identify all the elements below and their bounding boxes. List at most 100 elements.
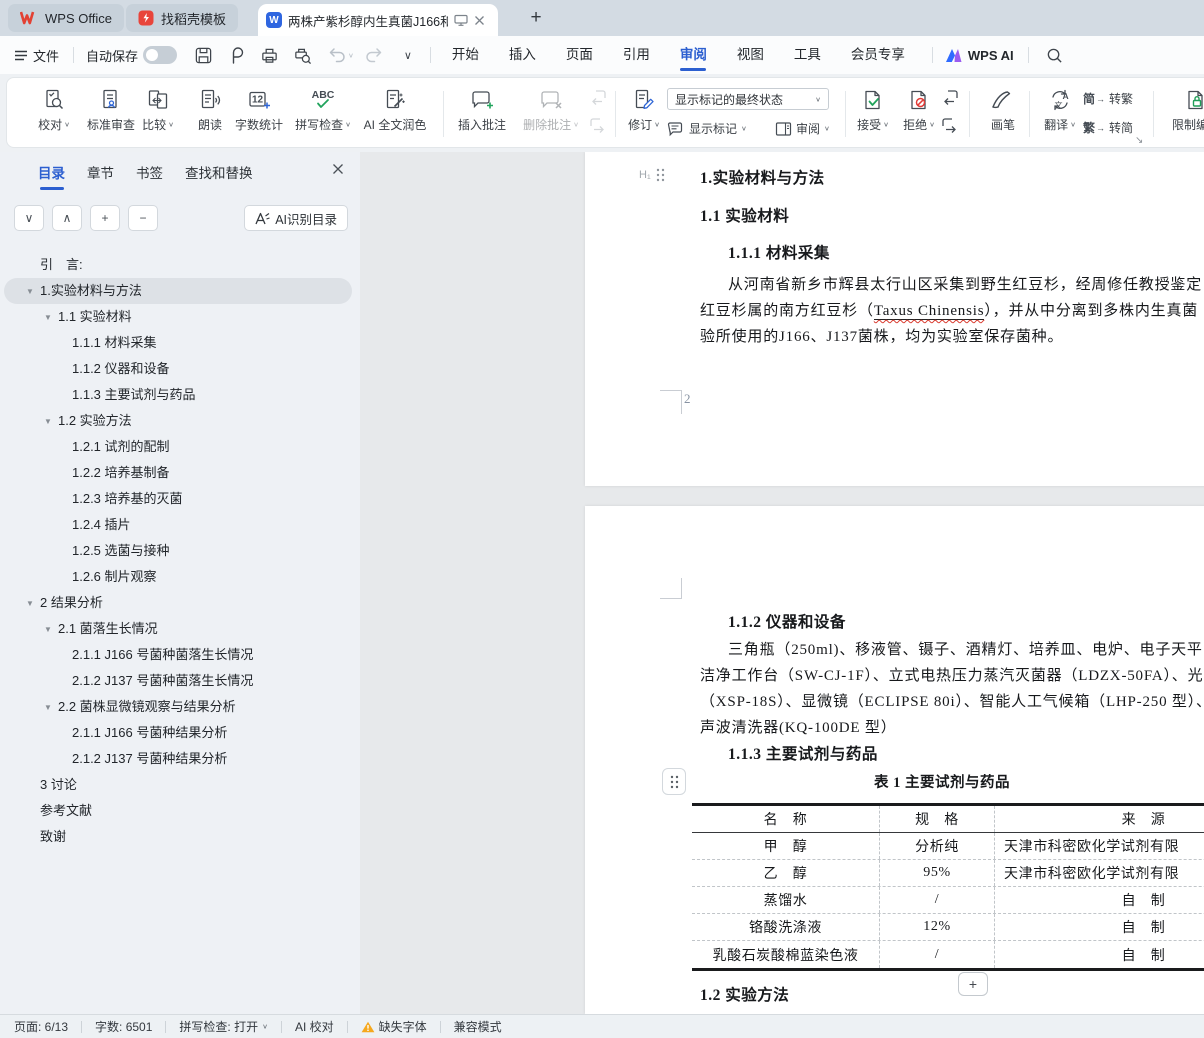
table-header-cell[interactable]: 规 格 (880, 806, 995, 832)
ai-polish-button[interactable]: AI 全文润色 (353, 85, 437, 143)
table-cell[interactable]: 甲 醇 (692, 833, 880, 859)
table-drag-handle[interactable] (662, 768, 686, 795)
table-cell[interactable]: 自 制 (995, 887, 1204, 913)
simplified-to-traditional-button[interactable]: 简 → 转繁 (1083, 90, 1133, 107)
toc-item[interactable]: ▼ 1.2 实验方法 (4, 408, 352, 434)
ai-recognize-toc-button[interactable]: AI识别目录 (244, 205, 348, 231)
table-cell[interactable]: 乙 醇 (692, 860, 880, 886)
show-markup-button[interactable]: 显示标记 ∨ (667, 120, 747, 137)
next-revision-button[interactable] (939, 116, 961, 134)
toc-item[interactable]: 参考文献 (4, 798, 352, 824)
toc-item[interactable]: ▼ 2.2 菌株显微镜观察与结果分析 (4, 694, 352, 720)
sidebar-tab-书签[interactable]: 书签 (136, 162, 163, 190)
missing-font-warning[interactable]: 缺失字体 (361, 1018, 427, 1035)
table-header-cell[interactable]: 名 称 (692, 806, 880, 832)
zoom-in-button[interactable]: + (90, 205, 120, 231)
collapse-arrow-icon[interactable]: ▼ (44, 695, 52, 720)
menu-tab-会员专享[interactable]: 会员专享 (836, 36, 920, 74)
autosave-control[interactable]: 自动保存 (86, 46, 178, 65)
toc-item[interactable]: ▼ 1.1 实验材料 (4, 304, 352, 330)
sidebar-tab-章节[interactable]: 章节 (87, 162, 114, 190)
heading-handle[interactable]: H₁ (639, 168, 665, 182)
toc-item[interactable]: 1.1.2 仪器和设备 (4, 356, 352, 382)
document-canvas[interactable]: H₁ 1.实验材料与方法 1.1 实验材料 1.1.1 材料采集 从河南省新乡市… (360, 152, 1204, 1014)
table-cell[interactable]: / (880, 941, 995, 968)
reagents-table[interactable]: 名 称规 格来 源甲 醇分析纯 天津市科密欧化学试剂有限乙 醇 95% 天津市科密欧化… (692, 803, 1204, 971)
previous-revision-button[interactable] (939, 88, 961, 106)
reject-button[interactable]: 拒绝 ∨ (895, 85, 943, 143)
compare-button[interactable]: 比较 ∨ (131, 85, 185, 143)
collapse-arrow-icon[interactable]: ▼ (44, 305, 52, 330)
document-page-1[interactable]: H₁ 1.实验材料与方法 1.1 实验材料 1.1.1 材料采集 从河南省新乡市… (585, 152, 1204, 486)
document-tab[interactable]: W 两株产紫杉醇内生真菌J166和 (258, 4, 498, 36)
zoom-out-button[interactable]: − (128, 205, 158, 231)
table-cell[interactable]: 铬酸洗涤液 (692, 914, 880, 940)
menu-tab-审阅[interactable]: 审阅 (665, 36, 722, 74)
toc-item[interactable]: 致谢 (4, 824, 352, 850)
menu-tab-工具[interactable]: 工具 (779, 36, 836, 74)
search-button[interactable] (1043, 43, 1067, 67)
sidebar-close-icon[interactable] (332, 162, 344, 180)
collapse-arrow-icon[interactable]: ▼ (44, 617, 52, 642)
wps-office-menu-button[interactable]: WPS Office (8, 4, 124, 32)
table-cell[interactable]: / (880, 887, 995, 913)
toc-item[interactable]: ▼ 2.1 菌落生长情况 (4, 616, 352, 642)
table-header-cell[interactable]: 来 源 (995, 806, 1204, 832)
ai-proofread-button[interactable]: AI 校对 (295, 1018, 334, 1035)
toc-item[interactable]: 引 言: (4, 252, 352, 278)
table-cell[interactable]: 95% (880, 860, 995, 886)
menu-tab-插入[interactable]: 插入 (494, 36, 551, 74)
group-expand-icon[interactable]: ↘ (1135, 135, 1143, 146)
undo-caret-icon[interactable]: ∨ (348, 51, 354, 59)
table-cell[interactable]: 乳酸石炭酸棉蓝染色液 (692, 941, 880, 968)
expand-all-button[interactable]: ∨ (14, 205, 44, 231)
toc-item[interactable]: 1.2.3 培养基的灭菌 (4, 486, 352, 512)
proofread-button[interactable]: 校对 ∨ (27, 85, 81, 143)
toc-item[interactable]: 2.1.2 J137 号菌种结果分析 (4, 746, 352, 772)
close-tab-icon[interactable] (474, 15, 485, 26)
previous-comment-button[interactable] (587, 88, 609, 106)
undo-button[interactable]: ∨ (328, 47, 354, 63)
toc-item[interactable]: 1.2.1 试剂的配制 (4, 434, 352, 460)
toolbar-more-button[interactable]: ∨ (396, 43, 420, 67)
table-cell[interactable]: 12% (880, 914, 995, 940)
track-changes-button[interactable]: 修订 ∨ (621, 85, 667, 143)
toc-item[interactable]: 1.2.6 制片观察 (4, 564, 352, 590)
drag-dots-icon[interactable] (656, 168, 665, 182)
redo-button[interactable] (362, 43, 386, 67)
traditional-to-simplified-button[interactable]: 繁 → 转简 (1083, 119, 1133, 136)
collapse-arrow-icon[interactable]: ▼ (44, 409, 52, 434)
page-indicator[interactable]: 页面: 6/13 (14, 1018, 68, 1035)
collapse-arrow-icon[interactable]: ▼ (26, 279, 34, 304)
accept-button[interactable]: 接受 ∨ (849, 85, 897, 143)
toc-item[interactable]: 3 讨论 (4, 772, 352, 798)
toc-item[interactable]: ▼ 2 结果分析 (4, 590, 352, 616)
word-count-indicator[interactable]: 字数: 6501 (95, 1018, 152, 1035)
toc-item[interactable]: 1.1.1 材料采集 (4, 330, 352, 356)
docer-template-tab[interactable]: 找稻壳模板 (126, 4, 239, 32)
menu-tab-视图[interactable]: 视图 (722, 36, 779, 74)
autosave-toggle[interactable] (143, 46, 178, 64)
review-pane-button[interactable]: 审阅 ∨ (775, 120, 830, 137)
table-cell[interactable]: 蒸馏水 (692, 887, 880, 913)
new-tab-button[interactable]: + (524, 6, 548, 30)
next-comment-button[interactable] (587, 116, 609, 134)
table-cell[interactable]: 自 制 (995, 914, 1204, 940)
table-add-row-button[interactable]: + (958, 972, 988, 996)
menu-tab-引用[interactable]: 引用 (608, 36, 665, 74)
menu-tab-开始[interactable]: 开始 (437, 36, 494, 74)
toc-item[interactable]: 1.2.2 培养基制备 (4, 460, 352, 486)
table-cell[interactable]: 天津市科密欧化学试剂有限 (995, 860, 1204, 886)
toc-item[interactable]: 2.1.1 J166 号菌种结果分析 (4, 720, 352, 746)
sidebar-tab-目录[interactable]: 目录 (38, 162, 65, 190)
toc-item[interactable]: 2.1.2 J137 号菌种菌落生长情况 (4, 668, 352, 694)
spell-check-status[interactable]: 拼写检查: 打开 ∨ (179, 1018, 268, 1035)
sidebar-tab-查找和替换[interactable]: 查找和替换 (185, 162, 253, 190)
compatibility-mode-badge[interactable]: 兼容模式 (454, 1018, 502, 1035)
save-button[interactable] (191, 43, 215, 67)
export-pdf-button[interactable] (224, 43, 248, 67)
toc-item[interactable]: 1.1.3 主要试剂与药品 (4, 382, 352, 408)
table-cell[interactable]: 分析纯 (880, 833, 995, 859)
delete-comment-button[interactable]: 删除批注 ∨ (515, 85, 587, 143)
toc-item[interactable]: ▼ 1.实验材料与方法 (4, 278, 352, 304)
